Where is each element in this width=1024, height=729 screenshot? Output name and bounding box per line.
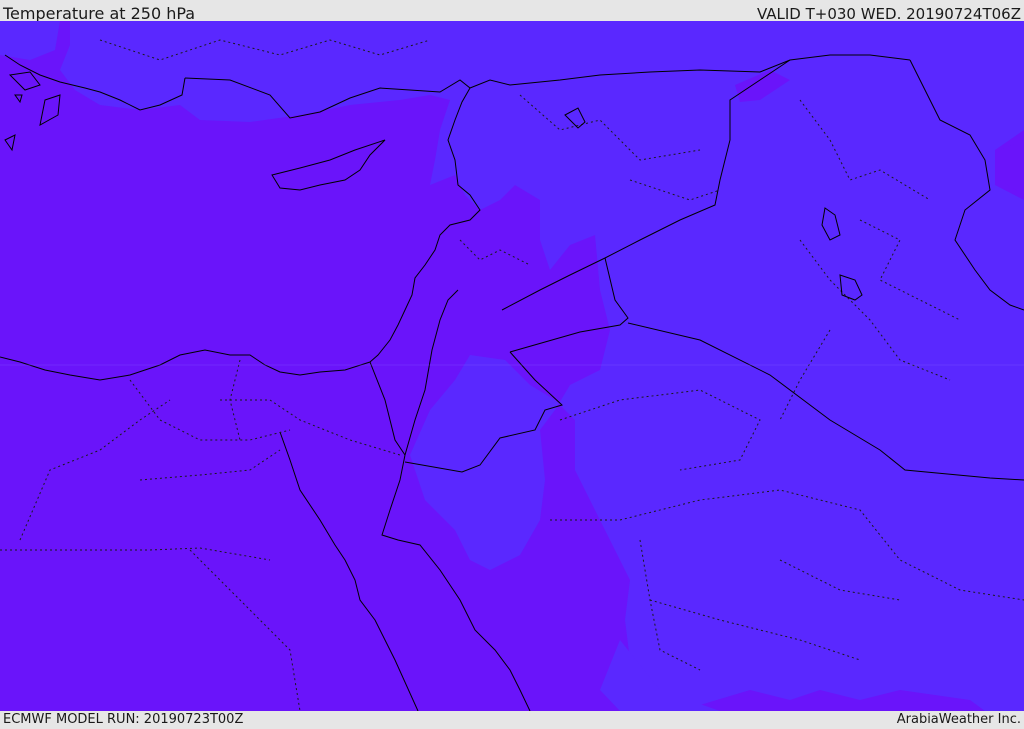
credit-label: ArabiaWeather Inc. bbox=[896, 712, 1021, 727]
map-panel[interactable] bbox=[0, 21, 1024, 711]
model-run-label: ECMWF MODEL RUN: 20190723T00Z bbox=[3, 712, 244, 727]
footer-bar: ECMWF MODEL RUN: 20190723T00Z ArabiaWeat… bbox=[0, 711, 1024, 729]
header-bar: Temperature at 250 hPa VALID T+030 WED. … bbox=[0, 0, 1024, 23]
map-canvas bbox=[0, 21, 1024, 711]
